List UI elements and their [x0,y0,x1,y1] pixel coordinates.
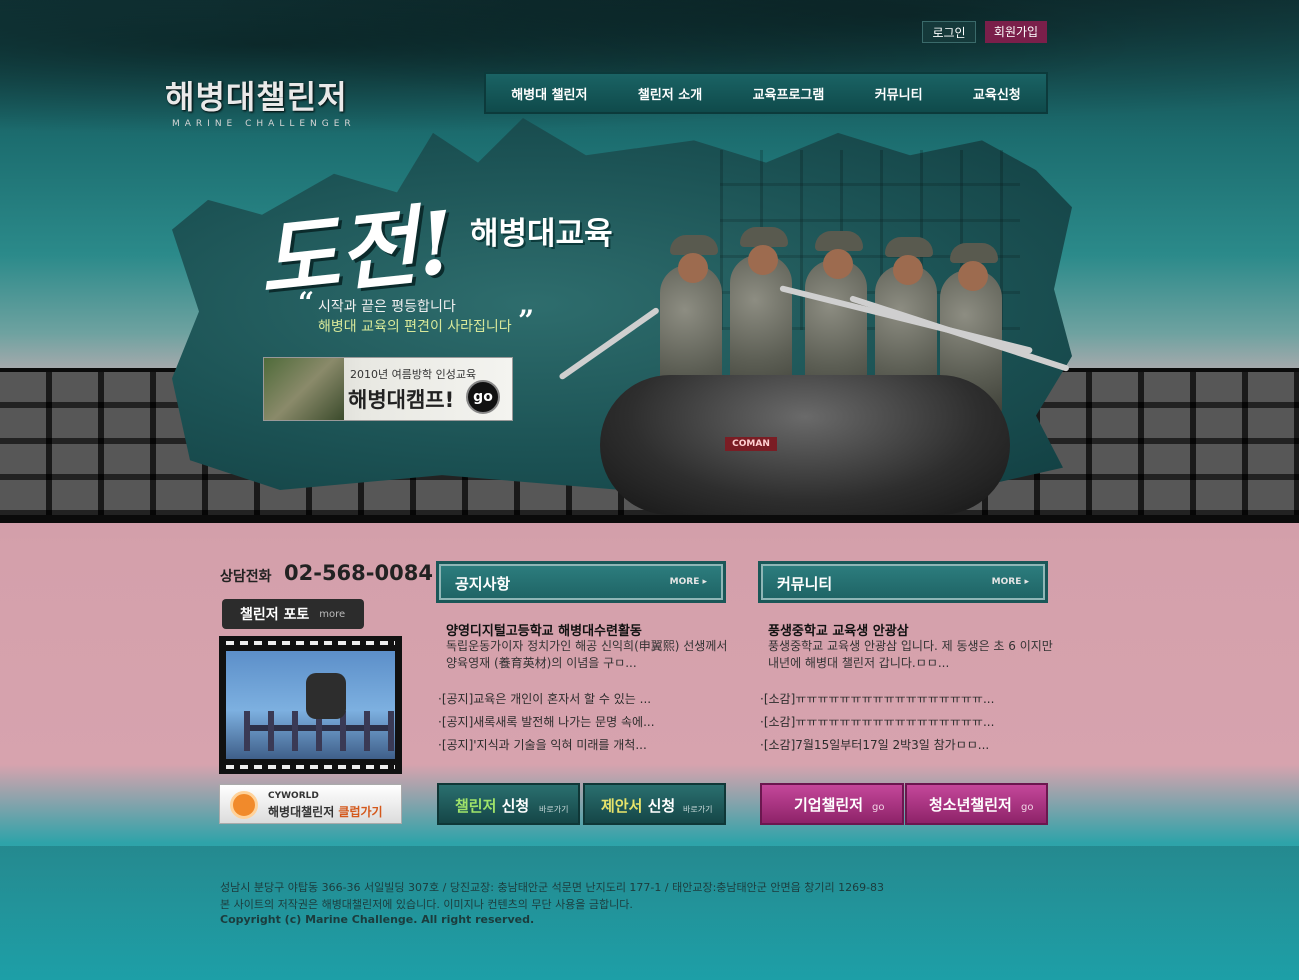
face [678,253,708,283]
helmet-icon [885,237,933,257]
challenger-apply-label-b: 신청 [496,797,530,815]
face [893,255,923,285]
notice-more-link[interactable]: MORE ▸ [670,577,707,587]
community-more-link[interactable]: MORE ▸ [992,577,1029,587]
camp-banner-title: 해병대캠프! [348,388,455,412]
footer-copyright-notice: 본 사이트의 저작권은 해병대챌린저에 있습니다. 이미지나 컨텐츠의 무단 사… [220,898,633,911]
community-board-header: 커뮤니티 MORE ▸ [758,561,1048,603]
rubber-raft [600,375,1010,515]
contact-phone-number: 02-568-0084 [284,561,433,585]
helmet-icon [815,231,863,251]
youth-challenger-button[interactable]: 청소년챌린저 go [905,783,1048,825]
proposal-apply-button[interactable]: 제안서 신청 바로가기 [583,783,726,825]
cyworld-brand: CYWORLD [268,791,319,801]
camp-banner[interactable]: 2010년 여름방학 인성교육 해병대캠프! go [263,357,513,421]
challenger-photo-title: 챌린저 포토 [240,607,310,623]
community-list-item[interactable]: ·[소감]7월15일부터17일 2박3일 참가ㅁㅁ... [760,736,994,759]
corporate-go-label: go [872,802,885,813]
cyworld-label: 해병대챌린저 클럽가기 [268,803,383,820]
main-navigation: 해병대 챌린저 챌린저 소개 교육프로그램 커뮤니티 교육신청 [484,72,1048,114]
community-list-item[interactable]: ·[소감]ㅠㅠㅠㅠㅠㅠㅠㅠㅠㅠㅠㅠㅠㅠㅠㅠㅠ... [760,690,994,713]
notice-featured-body[interactable]: 독립운동가이자 정치가인 해공 신익희(申翼熙) 선생께서 양육영재 (養育英材… [446,638,736,672]
helmet-icon [670,235,718,255]
notice-board-title: 공지사항 [455,575,511,593]
quote-open-mark: “ [298,286,315,319]
nav-item-challenger-intro[interactable]: 챌린저 소개 [638,84,702,103]
youth-challenger-label: 청소년챌린저 [929,796,1012,814]
camp-go-button[interactable]: go [466,380,500,414]
face [823,249,853,279]
challenger-apply-label-a: 챌린저 [455,797,497,815]
face [958,261,988,291]
cyworld-label-accent: 클럽가기 [338,805,383,819]
cyworld-icon [230,791,258,819]
proposal-apply-shortcut: 바로가기 [683,805,713,814]
footer: 성남시 분당구 야탑동 366-36 서일빌딩 307호 / 당진교장: 충남태… [0,846,1299,980]
contact-phone-label: 상담전화 [220,569,272,585]
notice-list-item[interactable]: ·[공지]'지식과 기술을 익혀 미래를 개척... [438,736,655,759]
cyworld-label-prefix: 해병대챌린저 [268,805,339,819]
hero-slogan-line-2: 해병대 교육의 편견이 사라집니다 [318,319,512,335]
corporate-challenger-label: 기업챌린저 [794,796,864,814]
community-board-title: 커뮤니티 [777,575,833,593]
proposal-apply-label-a: 제안서 [601,797,643,815]
oar [558,306,661,381]
join-button[interactable]: 회원가입 [985,21,1047,43]
helmet-icon [950,243,998,263]
challenger-apply-button[interactable]: 챌린저 신청 바로가기 [437,783,580,825]
site-logo-title[interactable]: 해병대챌린저 [165,72,348,118]
notice-list-item[interactable]: ·[공지]교육은 개인이 혼자서 할 수 있는 ... [438,690,655,713]
raft-brand-label: COMAN [725,437,777,451]
photo-person [306,673,346,719]
challenger-photo-image [226,651,395,759]
raft-scene-image: COMAN [520,225,1110,555]
nav-item-education-apply[interactable]: 교육신청 [973,84,1021,103]
nav-item-education-program[interactable]: 교육프로그램 [753,84,825,103]
helmet-icon [740,227,788,247]
face [748,245,778,275]
notice-board-header: 공지사항 MORE ▸ [436,561,726,603]
challenger-photo-frame[interactable] [219,636,402,774]
challenger-apply-label: 챌린저 신청 [455,795,529,816]
notice-featured-title[interactable]: 양영디지털고등학교 해병대수련활동 [446,620,642,639]
nav-item-marine-challenger[interactable]: 해병대 챌린저 [511,84,587,103]
community-featured-title[interactable]: 풍생중학교 교육생 안광삼 [768,620,909,639]
camp-banner-caption: 2010년 여름방학 인성교육 [350,368,477,381]
footer-copyright: Copyright (c) Marine Challenge. All righ… [220,913,535,926]
cyworld-club-button[interactable]: CYWORLD 해병대챌린저 클럽가기 [219,784,402,824]
footer-address: 성남시 분당구 야탑동 366-36 서일빌딩 307호 / 당진교장: 충남태… [220,881,885,894]
corporate-challenger-button[interactable]: 기업챌린저 go [760,783,904,825]
youth-go-label: go [1021,802,1034,813]
photo-more-link[interactable]: more [319,609,345,620]
community-list-item[interactable]: ·[소감]ㅠㅠㅠㅠㅠㅠㅠㅠㅠㅠㅠㅠㅠㅠㅠㅠㅠ... [760,713,994,736]
nav-item-community[interactable]: 커뮤니티 [875,84,923,103]
community-featured-body[interactable]: 풍생중학교 교육생 안광삼 입니다. 제 동생은 초 6 이지만 내년에 해병대… [768,638,1058,672]
hero-slogan-line-1: 시작과 끝은 평등합니다 [318,299,456,315]
notice-list-item[interactable]: ·[공지]새록새록 발전해 나가는 문명 속에... [438,713,655,736]
challenger-photo-header: 챌린저 포토 more [222,599,364,629]
notice-list: ·[공지]교육은 개인이 혼자서 할 수 있는 ... ·[공지]새록새록 발전… [438,690,655,759]
camp-banner-photo [264,358,344,420]
proposal-apply-label-b: 신청 [642,797,676,815]
site-logo-subtitle: MARINE CHALLENGER [172,119,356,129]
challenger-apply-shortcut: 바로가기 [539,805,569,814]
community-list: ·[소감]ㅠㅠㅠㅠㅠㅠㅠㅠㅠㅠㅠㅠㅠㅠㅠㅠㅠ... ·[소감]ㅠㅠㅠㅠㅠㅠㅠㅠㅠ… [760,690,994,759]
proposal-apply-label: 제안서 신청 [601,795,675,816]
login-button[interactable]: 로그인 [922,21,976,43]
